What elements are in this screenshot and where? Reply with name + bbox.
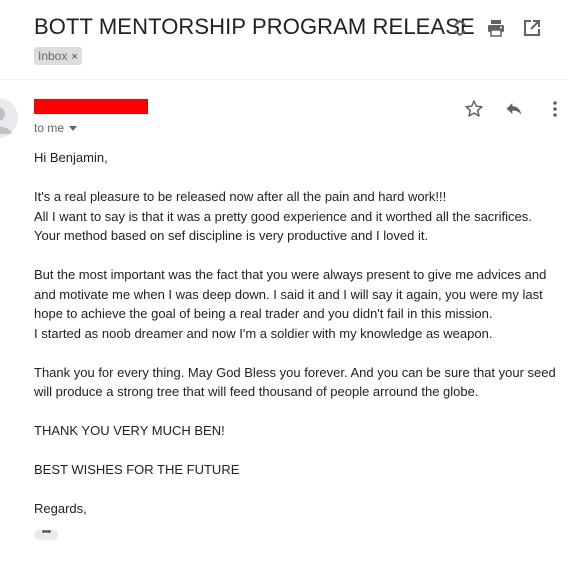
print-icon[interactable] (484, 16, 508, 40)
person-avatar-icon[interactable] (0, 98, 18, 138)
greeting: Hi Benjamin, (34, 150, 108, 165)
body-line: and motivate me when I was deep down. I … (34, 286, 543, 302)
unfold-icon[interactable] (448, 16, 472, 40)
label-chip-text: Inbox (38, 49, 68, 63)
body-line: BEST WISHES FOR THE FUTURE (34, 462, 240, 477)
body-line: will produce a strong tree that will fee… (34, 384, 479, 399)
label-chip-inbox: Inbox × (34, 47, 82, 65)
chevron-down-icon (69, 126, 78, 132)
open-in-new-window-icon[interactable] (520, 16, 544, 40)
recipient-details-toggle[interactable]: to me (34, 121, 78, 135)
header-actions (448, 16, 568, 42)
reply-icon[interactable] (503, 98, 525, 120)
star-icon[interactable] (463, 98, 485, 120)
body-line: I started as noob dreamer and now I'm a … (34, 325, 493, 341)
more-vert-icon[interactable] (544, 98, 566, 120)
show-trimmed-content-button[interactable]: ••• (34, 526, 58, 540)
sender-name-redacted (34, 99, 148, 114)
body-line: All I want to say is that it was a prett… (34, 208, 532, 224)
to-me-label: to me (34, 121, 65, 135)
sign-off: Regards, (34, 501, 87, 516)
body-line: hope to achieve the goal of being a real… (34, 306, 493, 321)
email-body: Hi Benjamin, It's a real pleasure to be … (34, 148, 564, 519)
body-line: It's a real pleasure to be released now … (34, 189, 447, 204)
more-dots: ••• (41, 526, 52, 538)
body-line: Thank you for every thing. May God Bless… (34, 364, 556, 380)
header-divider (0, 79, 568, 80)
remove-label-icon[interactable]: × (71, 51, 77, 63)
body-line: Your method based on sef discipline is v… (34, 228, 429, 243)
email-subject: BOTT MENTORSHIP PROGRAM RELEASE (34, 14, 475, 39)
body-line: But the most important was the fact that… (34, 267, 547, 282)
body-line: THANK YOU VERY MUCH BEN! (34, 423, 225, 438)
